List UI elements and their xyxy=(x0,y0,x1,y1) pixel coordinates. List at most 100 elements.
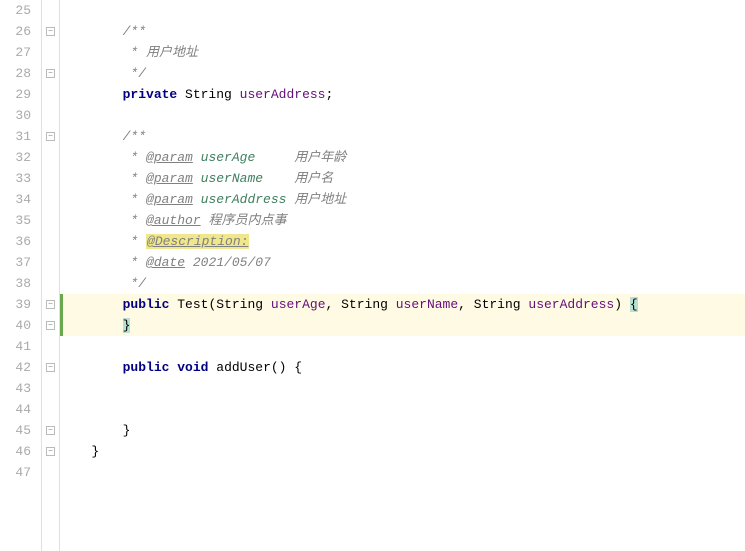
fold-end-icon[interactable]: − xyxy=(46,447,55,456)
field-user-address: userAddress xyxy=(240,87,326,102)
fold-start-icon[interactable]: − xyxy=(46,132,55,141)
fold-gutter: − − − − − − − − xyxy=(42,0,60,551)
doc-star: * xyxy=(123,255,146,270)
code-line[interactable]: */ xyxy=(60,63,745,84)
fold-end-icon[interactable]: − xyxy=(46,426,55,435)
code-line[interactable] xyxy=(60,462,745,483)
line-number: 46 xyxy=(0,441,31,462)
doc-tag-param: @param xyxy=(146,150,193,165)
author-desc: 程序员内点事 xyxy=(208,213,286,228)
line-number: 30 xyxy=(0,105,31,126)
type-string: String xyxy=(185,87,232,102)
code-line[interactable] xyxy=(60,105,745,126)
method-add-user: addUser xyxy=(216,360,271,375)
code-line[interactable]: } xyxy=(60,420,745,441)
brace-close: } xyxy=(91,444,99,459)
code-line[interactable]: private String userAddress; xyxy=(60,84,745,105)
doc-tag-description: @Description: xyxy=(146,234,249,249)
fold-end-icon[interactable]: − xyxy=(46,321,55,330)
fold-start-icon[interactable]: − xyxy=(46,300,55,309)
code-line[interactable] xyxy=(60,0,745,21)
brace-open: { xyxy=(630,297,638,312)
fold-start-icon[interactable]: − xyxy=(46,27,55,36)
doc-tag-date: @date xyxy=(146,255,185,270)
param-name: userName xyxy=(201,171,263,186)
line-number: 45 xyxy=(0,420,31,441)
code-line[interactable]: * @param userAddress 用户地址 xyxy=(60,189,745,210)
doc-star: * xyxy=(123,192,146,207)
doc-comment-open: /** xyxy=(123,129,146,144)
line-number: 47 xyxy=(0,462,31,483)
code-line[interactable]: /** xyxy=(60,21,745,42)
doc-tag-author: @author xyxy=(146,213,201,228)
code-line[interactable] xyxy=(60,336,745,357)
param-user-age: userAge xyxy=(271,297,326,312)
code-line[interactable]: } xyxy=(60,441,745,462)
param-name: userAge xyxy=(201,150,256,165)
fold-start-icon[interactable]: − xyxy=(46,363,55,372)
param-desc: 用户年龄 xyxy=(294,150,346,165)
line-number: 25 xyxy=(0,0,31,21)
code-line[interactable] xyxy=(60,399,745,420)
line-number: 35 xyxy=(0,210,31,231)
parens: () xyxy=(271,360,287,375)
code-editor[interactable]: /** * 用户地址 */ private String userAddress… xyxy=(60,0,745,551)
doc-tag-param: @param xyxy=(146,192,193,207)
code-line[interactable]: * @author 程序员内点事 xyxy=(60,210,745,231)
line-number: 39 xyxy=(0,294,31,315)
code-line[interactable]: * @Description: xyxy=(60,231,745,252)
type-string: String xyxy=(341,297,388,312)
comma: , xyxy=(326,297,342,312)
keyword-void: void xyxy=(177,360,208,375)
line-number: 42 xyxy=(0,357,31,378)
keyword-public: public xyxy=(123,297,170,312)
doc-comment-close: */ xyxy=(123,276,146,291)
param-user-address: userAddress xyxy=(528,297,614,312)
code-line[interactable]: /** xyxy=(60,126,745,147)
paren-close: ) xyxy=(614,297,630,312)
code-line[interactable] xyxy=(60,378,745,399)
line-number: 44 xyxy=(0,399,31,420)
line-number: 27 xyxy=(0,42,31,63)
doc-comment-close: */ xyxy=(123,66,146,81)
doc-tag-param: @param xyxy=(146,171,193,186)
brace-open: { xyxy=(294,360,302,375)
doc-star: * xyxy=(123,234,146,249)
date-text: 2021/05/07 xyxy=(193,255,271,270)
param-desc: 用户名 xyxy=(294,171,333,186)
keyword-public: public xyxy=(123,360,170,375)
doc-star: * xyxy=(123,171,146,186)
code-line[interactable]: * @param userAge 用户年龄 xyxy=(60,147,745,168)
fold-end-icon[interactable]: − xyxy=(46,69,55,78)
comma: , xyxy=(458,297,474,312)
line-number: 32 xyxy=(0,147,31,168)
line-number: 29 xyxy=(0,84,31,105)
line-number: 34 xyxy=(0,189,31,210)
line-number: 31 xyxy=(0,126,31,147)
line-number: 43 xyxy=(0,378,31,399)
line-number: 41 xyxy=(0,336,31,357)
code-line[interactable]: * @date 2021/05/07 xyxy=(60,252,745,273)
code-line-current[interactable]: public Test(String userAge, String userN… xyxy=(60,294,745,315)
type-string: String xyxy=(216,297,263,312)
doc-text: 用户地址 xyxy=(146,45,198,60)
code-line-current[interactable]: } xyxy=(60,315,745,336)
code-line[interactable]: */ xyxy=(60,273,745,294)
line-number: 40 xyxy=(0,315,31,336)
param-name: userAddress xyxy=(201,192,287,207)
line-number: 37 xyxy=(0,252,31,273)
code-line[interactable]: public void addUser() { xyxy=(60,357,745,378)
doc-comment-open: /** xyxy=(123,24,146,39)
doc-star: * xyxy=(123,213,146,228)
type-string: String xyxy=(474,297,521,312)
param-desc: 用户地址 xyxy=(294,192,346,207)
code-line[interactable]: * 用户地址 xyxy=(60,42,745,63)
brace-close: } xyxy=(123,423,131,438)
doc-star: * xyxy=(123,45,146,60)
change-marker xyxy=(60,294,63,336)
line-number: 33 xyxy=(0,168,31,189)
line-number: 38 xyxy=(0,273,31,294)
code-line[interactable]: * @param userName 用户名 xyxy=(60,168,745,189)
constructor-name: Test xyxy=(177,297,208,312)
line-number: 28 xyxy=(0,63,31,84)
